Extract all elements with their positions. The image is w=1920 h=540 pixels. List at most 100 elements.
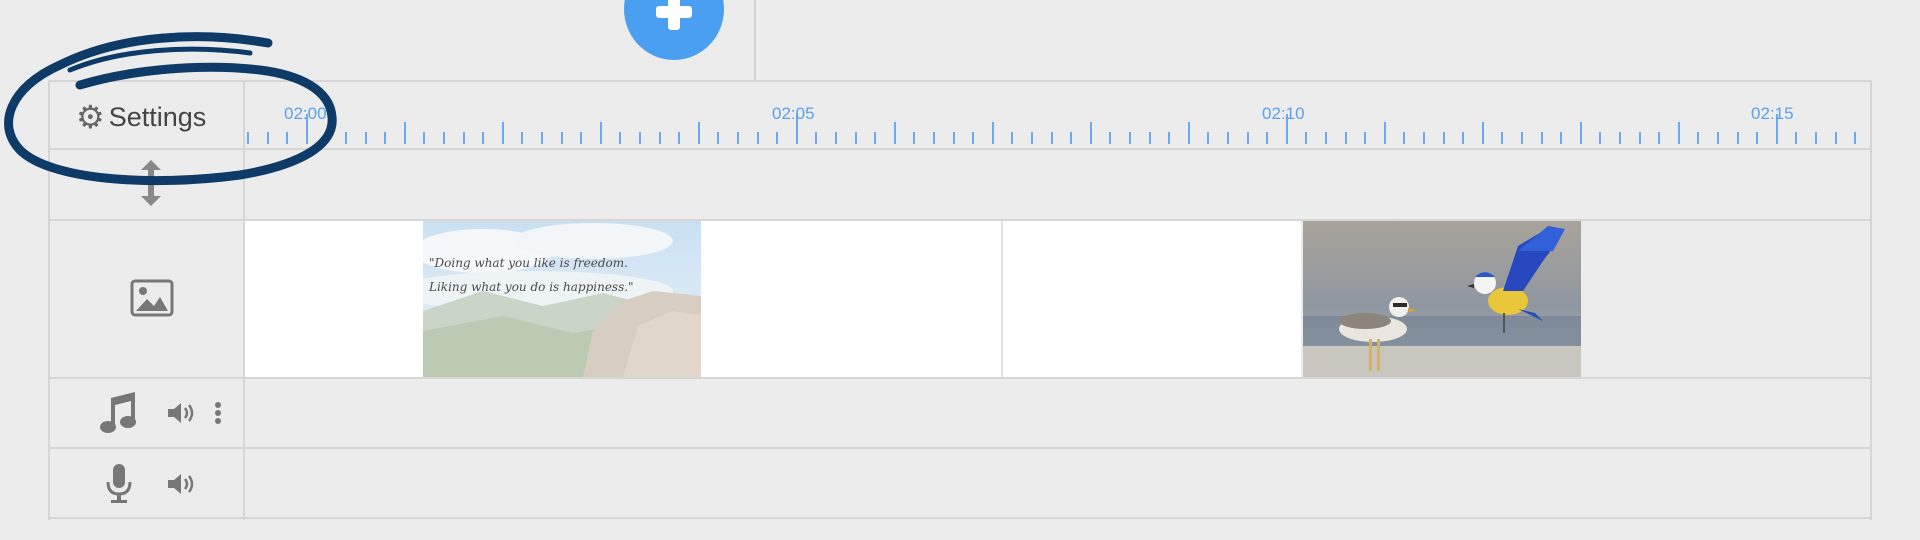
row-divider [48, 148, 1872, 150]
ruler-tick [1364, 132, 1367, 144]
ruler-tick [1246, 132, 1249, 144]
ruler-tick [619, 132, 622, 144]
ruler-tick [1089, 122, 1092, 144]
ruler-tick [874, 132, 877, 144]
microphone-icon [106, 464, 132, 504]
ruler-tick [345, 132, 347, 144]
ruler-tick [1795, 132, 1798, 144]
ruler-tick [835, 132, 837, 144]
ruler-tick [952, 132, 955, 144]
ruler-tick [364, 132, 367, 144]
ruler-tick [1599, 132, 1602, 144]
ruler-tick [1266, 132, 1269, 144]
ruler-tick [560, 132, 563, 144]
clip-thumbnail [1303, 221, 1581, 377]
ruler-tick [1697, 132, 1700, 144]
ruler-tick [717, 132, 720, 144]
image-track[interactable] [245, 221, 1301, 377]
ruler-tick [266, 132, 269, 144]
volume-icon[interactable] [168, 472, 198, 496]
gear-icon: ⚙ [76, 99, 105, 135]
ruler-tick [991, 122, 994, 144]
row-divider [48, 377, 1872, 379]
ruler-tick [521, 132, 524, 144]
ruler-tick [443, 132, 445, 144]
header-divider [754, 0, 756, 80]
timeline-ruler[interactable] [245, 80, 1870, 148]
ruler-tick [1462, 132, 1465, 144]
clip-thumbnail [423, 221, 701, 377]
ruler-tick [384, 132, 387, 144]
ruler-tick [1677, 122, 1680, 144]
row-divider [48, 517, 1872, 519]
ruler-tick [482, 132, 485, 144]
ruler-tick [1305, 132, 1308, 144]
ruler-tick [325, 132, 328, 144]
time-label: 02:15 [1751, 104, 1794, 123]
image-clip-birds[interactable] [1303, 221, 1581, 377]
volume-icon[interactable] [168, 401, 198, 425]
ruler-tick [1717, 132, 1719, 144]
ruler-tick [678, 132, 681, 144]
ruler-tick [1638, 132, 1641, 144]
ruler-tick [737, 132, 739, 144]
more-vertical-icon[interactable] [214, 401, 222, 427]
image-icon [130, 279, 174, 317]
ruler-tick [423, 132, 426, 144]
ruler-tick [1227, 132, 1229, 144]
music-note-icon [99, 392, 139, 434]
ruler-tick [599, 122, 602, 144]
ruler-tick [1031, 132, 1033, 144]
ruler-tick [1854, 132, 1857, 144]
ruler-tick [1109, 132, 1112, 144]
ruler-tick [854, 132, 857, 144]
ruler-tick [1658, 132, 1661, 144]
ruler-tick [462, 132, 465, 144]
ruler-tick [893, 122, 896, 144]
ruler-tick [580, 132, 583, 144]
ruler-tick [756, 132, 759, 144]
time-label: 02:10 [1262, 104, 1305, 123]
ruler-tick [1070, 132, 1073, 144]
ruler-tick [1736, 132, 1739, 144]
ruler-tick [541, 132, 543, 144]
ruler-tick [776, 132, 779, 144]
settings-button[interactable]: ⚙ Settings [76, 98, 206, 136]
ruler-tick [1187, 122, 1190, 144]
row-divider [48, 447, 1872, 449]
quote-line: "Doing what you like is freedom. [429, 256, 628, 270]
ruler-tick [1344, 132, 1347, 144]
ruler-tick [1207, 132, 1210, 144]
ruler-tick [658, 132, 661, 144]
ruler-tick [1148, 132, 1151, 144]
ruler-tick [501, 122, 504, 144]
resize-vertical-icon[interactable] [138, 160, 164, 206]
ruler-tick [1756, 132, 1759, 144]
track-divider [1001, 221, 1003, 377]
settings-label: Settings [108, 101, 207, 132]
ruler-tick [1168, 132, 1171, 144]
ruler-tick [1383, 122, 1386, 144]
ruler-tick [1540, 132, 1543, 144]
ruler-tick [1501, 132, 1504, 144]
ruler-tick [972, 132, 975, 144]
time-label: 02:05 [772, 104, 815, 123]
ruler-tick [1481, 122, 1484, 144]
ruler-tick [403, 122, 406, 144]
ruler-tick [1403, 132, 1406, 144]
ruler-tick [1521, 132, 1523, 144]
ruler-tick [1579, 122, 1582, 144]
ruler-tick [1050, 132, 1053, 144]
ruler-tick [1619, 132, 1621, 144]
image-clip-quote[interactable]: "Doing what you like is freedom. Liking … [423, 221, 701, 377]
ruler-tick [1834, 132, 1837, 144]
add-button[interactable] [624, 0, 724, 60]
ruler-tick [913, 132, 916, 144]
ruler-tick [286, 132, 289, 144]
ruler-tick [1423, 132, 1425, 144]
ruler-tick [1560, 132, 1563, 144]
ruler-tick [933, 132, 935, 144]
time-label: 02:00 [284, 104, 327, 123]
ruler-tick [639, 132, 641, 144]
ruler-tick [247, 132, 249, 144]
